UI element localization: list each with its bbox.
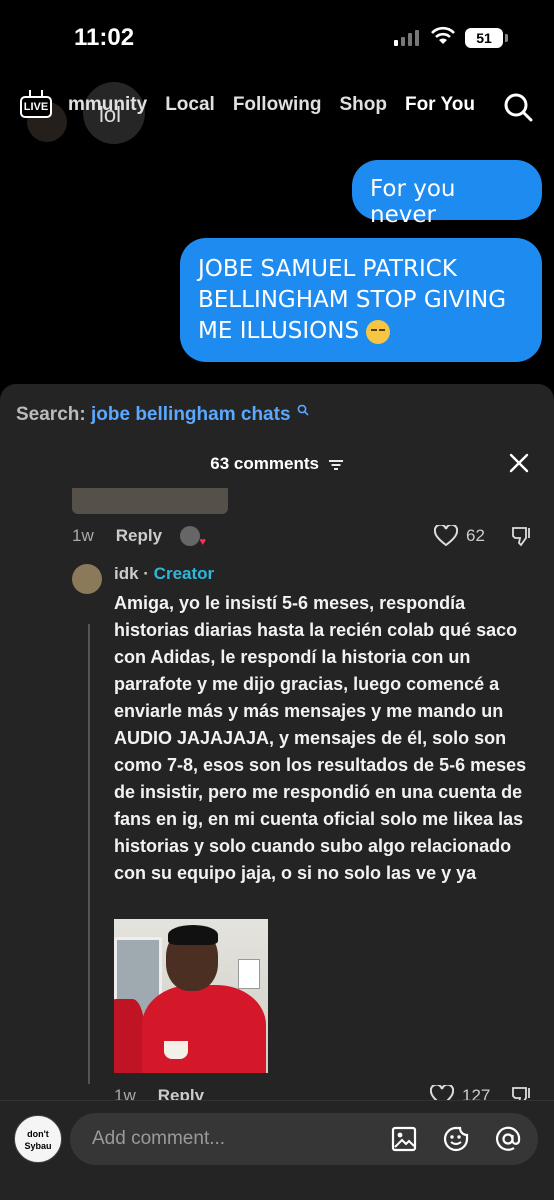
reply-text: Amiga, yo le insistí 5-6 meses, respondí… [114,593,527,883]
battery-icon: 51 [465,28,508,48]
message-text: For you never [370,176,456,228]
creator-liked-avatar: ♥ [180,526,206,548]
related-search[interactable]: Search: jobe bellingham chats [16,404,309,426]
live-label: LIVE [20,96,52,118]
comment-time: 1w [72,526,94,545]
creator-badge: Creator [153,564,215,583]
comments-count: 63 comments [210,454,319,473]
message-bubble: JOBE SAMUEL PATRICK BELLINGHAM STOP GIVI… [180,238,542,362]
comments-header: 63 comments [0,454,554,474]
photo-red-shirt [142,985,266,1073]
close-icon[interactable] [508,452,530,474]
reply-author: idk · Creator [114,564,214,584]
tab-for-you[interactable]: For You [405,94,475,116]
username[interactable]: idk [114,564,139,583]
comment-input-bar: don't Sybau Add comment... [0,1100,554,1200]
tab-local[interactable]: Local [165,94,215,116]
comment-placeholder: Add comment... [92,1128,226,1149]
image-icon[interactable] [390,1125,418,1153]
message-bubble: For you never [352,160,542,228]
heart-icon: ♥ [199,536,207,548]
top-navigation: lol LIVE mmunity Local Following Shop Fo… [0,82,554,144]
comment-meta-row: 1w Reply ♥ [72,526,206,548]
search-icon [297,404,309,416]
photo-hair [168,925,218,945]
tab-shop[interactable]: Shop [339,94,387,116]
status-bar: 11:02 51 [0,0,554,70]
tab-community[interactable]: mmunity [68,94,147,116]
photo-cup [164,1041,188,1059]
search-prefix: Search: [16,404,86,425]
like-group[interactable]: 62 [434,525,485,547]
reply-button[interactable]: Reply [116,526,162,546]
reply-photo[interactable] [114,919,268,1073]
status-time: 11:02 [74,24,135,51]
comment-input[interactable]: Add comment... [70,1113,538,1165]
disappointed-face-emoji-icon [366,319,391,344]
thread-line [88,624,90,1084]
like-count: 62 [466,526,485,545]
live-icon[interactable]: LIVE [20,90,52,120]
comment-image-thumbnail[interactable] [72,488,228,514]
avatar[interactable] [72,564,102,594]
photo-person-left [114,999,144,1073]
search-icon[interactable] [503,92,533,122]
mention-icon[interactable] [494,1125,522,1153]
comments-sheet: Search: jobe bellingham chats 63 comment… [0,384,554,1200]
wifi-icon [431,26,455,44]
my-avatar[interactable]: don't Sybau [14,1115,62,1163]
heart-outline-icon[interactable] [434,525,458,547]
tab-following[interactable]: Following [233,94,322,116]
separator: · [138,564,154,583]
feed-tabs: mmunity Local Following Shop For You [68,94,475,116]
cellular-signal-icon [394,30,419,46]
sort-icon[interactable] [328,459,344,471]
dislike-icon[interactable] [511,525,533,547]
search-query-link[interactable]: jobe bellingham chats [91,404,291,425]
message-text: JOBE SAMUEL PATRICK BELLINGHAM STOP GIVI… [198,256,507,344]
emoji-icon[interactable] [442,1125,470,1153]
photo-sign [238,959,260,989]
